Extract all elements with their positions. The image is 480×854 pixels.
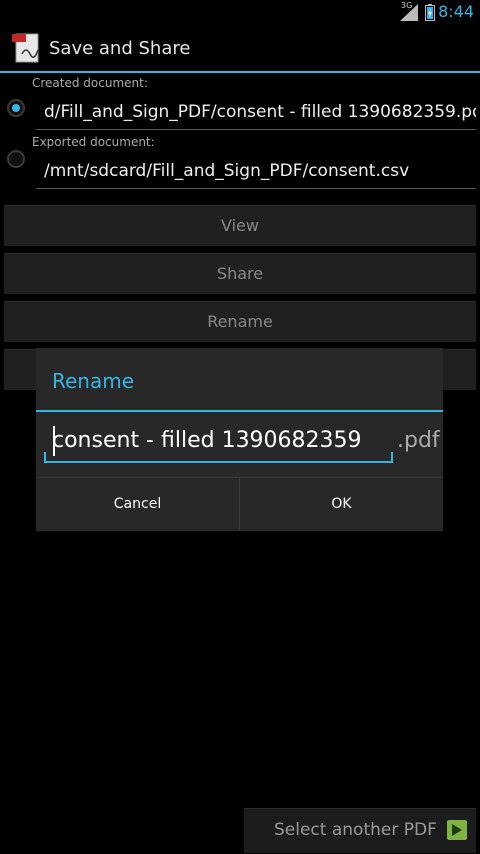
text-cursor [53, 426, 55, 456]
filename-input[interactable]: consent - filled 1390682359 [44, 422, 392, 460]
signal-icon [400, 4, 418, 21]
action-bar-divider [0, 71, 480, 73]
app-title: Save and Share [49, 38, 191, 59]
exported-document-path: /mnt/sdcard/Fill_and_Sign_PDF/consent.cs… [44, 161, 410, 181]
select-another-pdf-label: Select another PDF [274, 820, 437, 840]
share-button[interactable]: Share [4, 253, 476, 294]
input-right-tick [391, 452, 393, 462]
rename-button[interactable]: Rename [4, 301, 476, 342]
battery-icon [425, 4, 435, 21]
input-left-tick [44, 452, 46, 462]
created-document-label: Created document: [32, 76, 148, 90]
created-document-path: d/Fill_and_Sign_PDF/consent - filled 139… [44, 102, 476, 122]
exported-document-label: Exported document: [32, 135, 155, 149]
input-underline [44, 461, 393, 463]
ok-button[interactable]: OK [240, 478, 443, 531]
created-document-radio[interactable] [7, 99, 25, 117]
forward-arrow-icon [447, 820, 467, 840]
created-path-underline [36, 129, 476, 130]
exported-document-radio[interactable] [7, 150, 25, 168]
app-pdf-icon[interactable] [12, 32, 42, 64]
dialog-title-divider [36, 410, 443, 412]
file-extension-label: .pdf [397, 428, 440, 453]
dialog-title: Rename [52, 369, 135, 393]
status-time: 8:44 [438, 2, 474, 21]
view-button[interactable]: View [4, 205, 476, 246]
exported-path-underline [36, 188, 476, 189]
cancel-button[interactable]: Cancel [36, 478, 239, 531]
